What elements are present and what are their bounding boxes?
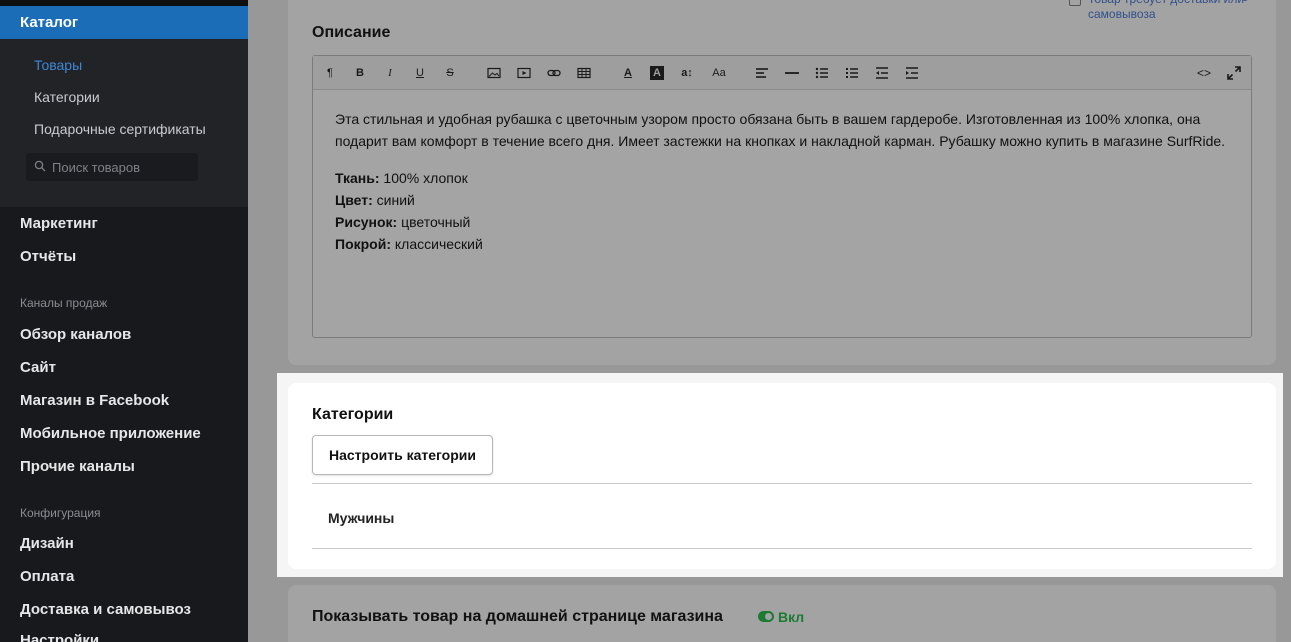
font-color-icon[interactable]: A bbox=[620, 65, 636, 81]
attribute-row: Цвет: синий bbox=[335, 189, 1245, 211]
line-height-icon[interactable]: a↕ bbox=[679, 65, 695, 81]
sidebar-group-config: Конфигурация bbox=[20, 506, 101, 520]
sidebar-group-channels: Каналы продаж bbox=[20, 296, 108, 310]
strikethrough-icon[interactable]: S bbox=[442, 65, 458, 81]
horizontal-rule-icon[interactable] bbox=[784, 65, 800, 81]
bullet-list-icon[interactable] bbox=[814, 65, 830, 81]
fullscreen-icon[interactable] bbox=[1226, 65, 1242, 81]
indent-icon[interactable] bbox=[904, 65, 920, 81]
description-paragraph: Эта стильная и удобная рубашка с цветочн… bbox=[335, 111, 1226, 149]
image-icon[interactable] bbox=[486, 65, 502, 81]
sidebar-item-mobile-app[interactable]: Мобильное приложение bbox=[20, 425, 201, 442]
sidebar-item-facebook-shop[interactable]: Магазин в Facebook bbox=[20, 392, 169, 409]
sidebar: Каталог Товары Категории Подарочные серт… bbox=[0, 0, 248, 642]
paragraph-icon[interactable]: ¶ bbox=[322, 65, 338, 81]
delivery-checkbox-label: Товар требует доставки или самовывоза bbox=[1088, 0, 1244, 21]
attribute-label: Покрой: bbox=[335, 236, 391, 252]
underline-icon[interactable]: U bbox=[412, 65, 428, 81]
highlight-icon[interactable]: A bbox=[650, 66, 664, 80]
sidebar-item-design[interactable]: Дизайн bbox=[20, 535, 74, 552]
sidebar-item-site[interactable]: Сайт bbox=[20, 359, 56, 376]
attribute-row: Ткань: 100% хлопок bbox=[335, 167, 1245, 189]
table-icon[interactable] bbox=[576, 65, 592, 81]
editor-content[interactable]: Эта стильная и удобная рубашка с цветочн… bbox=[335, 108, 1245, 255]
sidebar-subitem-gift-cards[interactable]: Подарочные сертификаты bbox=[34, 121, 206, 137]
link-icon[interactable] bbox=[546, 65, 562, 81]
sidebar-item-payment[interactable]: Оплата bbox=[20, 568, 74, 585]
sidebar-item-marketing[interactable]: Маркетинг bbox=[20, 215, 98, 232]
sidebar-item-shipping[interactable]: Доставка и самовывоз bbox=[20, 601, 191, 618]
numbered-list-icon[interactable] bbox=[844, 65, 860, 81]
product-search-input[interactable]: Поиск товаров bbox=[26, 153, 198, 181]
search-placeholder: Поиск товаров bbox=[52, 160, 141, 175]
attribute-value: 100% хлопок bbox=[379, 170, 468, 186]
attribute-value: цветочный bbox=[397, 214, 471, 230]
home-page-toggle-label[interactable]: Вкл bbox=[778, 609, 804, 625]
attribute-value: классический bbox=[391, 236, 483, 252]
home-page-toggle[interactable] bbox=[758, 611, 774, 622]
categories-card bbox=[288, 383, 1276, 569]
font-size-icon[interactable]: Aa bbox=[710, 65, 728, 81]
sidebar-item-settings[interactable]: Настройки bbox=[20, 632, 99, 642]
categories-title: Категории bbox=[312, 406, 394, 423]
video-icon[interactable] bbox=[516, 65, 532, 81]
sidebar-item-other-channels[interactable]: Прочие каналы bbox=[20, 458, 135, 475]
bold-icon[interactable]: B bbox=[352, 65, 368, 81]
attribute-label: Рисунок: bbox=[335, 214, 398, 230]
description-editor[interactable]: ¶ B I U S A A a↕ Aa <> Эта стильная и уд… bbox=[312, 55, 1252, 338]
sidebar-item-catalog[interactable]: Каталог bbox=[0, 6, 248, 39]
configure-categories-button[interactable]: Настроить категории bbox=[312, 435, 493, 475]
sidebar-subitem-categories[interactable]: Категории bbox=[34, 89, 100, 105]
divider bbox=[312, 548, 1252, 549]
editor-toolbar: ¶ B I U S A A a↕ Aa <> bbox=[313, 56, 1251, 90]
attribute-row: Покрой: классический bbox=[335, 233, 1245, 255]
attribute-label: Ткань: bbox=[335, 170, 380, 186]
sidebar-subitem-products[interactable]: Товары bbox=[34, 57, 82, 73]
align-icon[interactable] bbox=[754, 65, 770, 81]
sidebar-submenu: Товары Категории Подарочные сертификаты … bbox=[0, 39, 248, 207]
search-icon bbox=[34, 160, 46, 172]
code-view-icon[interactable]: <> bbox=[1196, 65, 1212, 81]
attribute-label: Цвет: bbox=[335, 192, 373, 208]
category-list-item[interactable]: Мужчины bbox=[328, 510, 394, 526]
attribute-row: Рисунок: цветочный bbox=[335, 211, 1245, 233]
sidebar-item-channels-overview[interactable]: Обзор каналов bbox=[20, 326, 131, 343]
description-title: Описание bbox=[312, 24, 391, 41]
divider bbox=[312, 483, 1252, 484]
sidebar-item-reports[interactable]: Отчёты bbox=[20, 248, 76, 265]
delivery-checkbox[interactable] bbox=[1069, 0, 1081, 6]
attribute-value: синий bbox=[372, 192, 415, 208]
outdent-icon[interactable] bbox=[874, 65, 890, 81]
home-page-title: Показывать товар на домашней странице ма… bbox=[312, 608, 723, 625]
italic-icon[interactable]: I bbox=[382, 65, 398, 81]
